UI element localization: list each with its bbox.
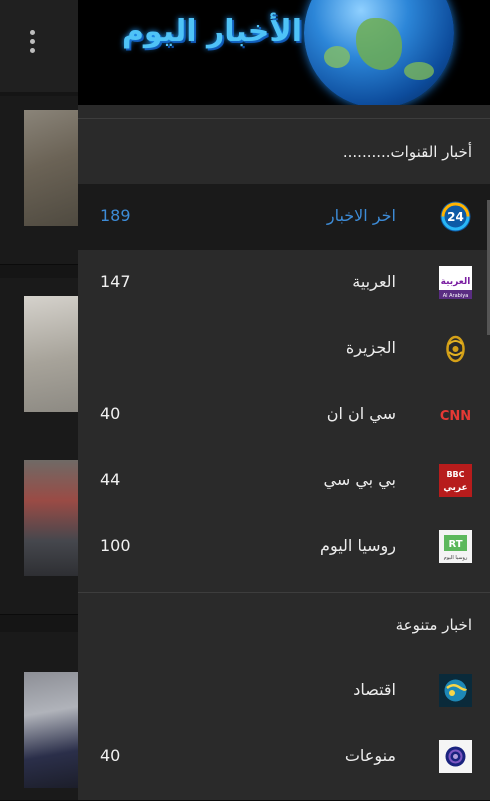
menu-item-label: اقتصاد [353, 680, 396, 699]
menu-item-label: روسيا اليوم [320, 536, 396, 555]
rt-logo-text: RT [448, 539, 462, 550]
menu-item-variety[interactable]: منوعات 40 [78, 724, 490, 790]
menu-item-cnn[interactable]: CNN سي ان ان 40 [78, 382, 490, 448]
section-title-channels: أخبار القنوات.......... [342, 143, 472, 161]
news24-logo-icon: 24 [439, 200, 472, 233]
cnn-logo-icon: CNN [439, 398, 472, 431]
globe-icon [304, 0, 454, 105]
variety-icon [439, 740, 472, 773]
menu-item-bbc[interactable]: BBC عربي بي بي سي 44 [78, 448, 490, 514]
menu-item-label: سي ان ان [326, 404, 396, 423]
menu-item-label: العربية [352, 272, 396, 291]
section-title-various: اخبار متنوعة [395, 616, 472, 634]
menu-item-rt[interactable]: RT روسيا اليوم روسيا اليوم 100 [78, 514, 490, 580]
menu-item-count: 189 [100, 206, 131, 225]
news-thumbnail [24, 460, 78, 576]
menu-item-label: الجزيرة [345, 338, 396, 357]
drawer-header: الأخبار اليوم [78, 0, 490, 105]
bbc-logo-text: BBC [446, 470, 464, 479]
news-thumbnail [24, 296, 78, 412]
menu-item-economy[interactable]: اقتصاد [78, 658, 490, 724]
menu-item-count: 40 [100, 746, 121, 765]
menu-item-aljazeera[interactable]: الجزيرة [78, 316, 490, 382]
menu-item-count: 100 [100, 536, 131, 555]
aljazeera-logo-icon [439, 332, 472, 365]
bbc-arabic-text: عربي [443, 483, 467, 493]
menu-item-count: 44 [100, 470, 121, 489]
rt-logo-icon: RT روسيا اليوم [439, 530, 472, 563]
app-title: الأخبار اليوم [121, 14, 302, 49]
navigation-drawer: الأخبار اليوم أخبار القنوات.......... 24… [78, 0, 490, 800]
menu-item-label: بي بي سي [323, 470, 397, 489]
alarabiya-latin-text: Al Arabiya [443, 293, 469, 299]
menu-item-count: 147 [100, 272, 131, 291]
bbc-arabic-logo-icon: BBC عربي [439, 464, 472, 497]
menu-item-label: منوعات [344, 746, 396, 765]
economy-globe-icon [439, 674, 472, 707]
news-thumbnail [24, 110, 78, 226]
menu-item-count: 40 [100, 404, 121, 423]
news24-logo-text: 24 [447, 210, 464, 224]
cnn-logo-text: CNN [440, 409, 471, 424]
news-thumbnail [24, 672, 78, 788]
menu-item-label: اخر الاخبار [326, 206, 396, 225]
overflow-menu-icon[interactable] [22, 30, 42, 60]
alarabiya-logo-text: العربية [441, 277, 471, 287]
alarabiya-logo-icon: العربية Al Arabiya [439, 266, 472, 299]
divider [78, 592, 490, 593]
menu-item-alarabiya[interactable]: العربية Al Arabiya العربية 147 [78, 250, 490, 316]
rt-subtitle-text: روسيا اليوم [444, 555, 468, 561]
menu-item-latest-news[interactable]: 24 اخر الاخبار 189 [78, 184, 490, 250]
divider [78, 118, 490, 119]
